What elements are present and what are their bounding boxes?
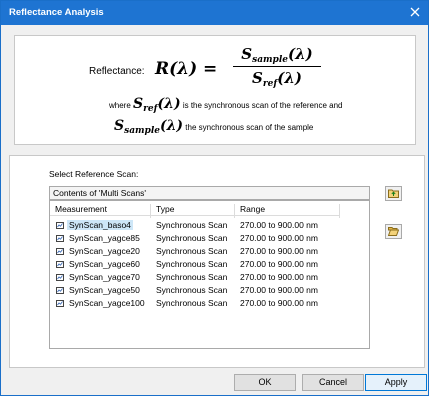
table-row[interactable]: SynScan_yagce50 Synchronous Scan 270.00 to… xyxy=(50,283,369,296)
formula-lhs: R(λ) = xyxy=(155,59,218,79)
up-folder-button[interactable] xyxy=(385,186,402,201)
type-cell: Synchronous Scan xyxy=(156,272,228,282)
reflectance-label: Reflectance: xyxy=(89,66,145,77)
range-cell: 270.00 to 900.00 nm xyxy=(240,272,318,282)
window-title: Reflectance Analysis xyxy=(9,7,104,18)
range-cell: 270.00 to 900.00 nm xyxy=(240,246,318,256)
type-cell: Synchronous Scan xyxy=(156,259,228,269)
cancel-button[interactable]: Cancel xyxy=(302,374,364,391)
contents-header: Contents of 'Multi Scans' xyxy=(49,186,370,200)
table-row[interactable]: SynScan_yagce85 Synchronous Scan 270.00 to… xyxy=(50,231,369,244)
measurement-cell: SynScan_yagce50 xyxy=(69,285,140,295)
title-bar: Reflectance Analysis xyxy=(1,1,428,25)
formula-fraction: Ssample(λ) Sref(λ) xyxy=(233,44,321,89)
close-icon[interactable] xyxy=(408,5,422,19)
range-cell: 270.00 to 900.00 nm xyxy=(240,298,318,308)
column-measurement[interactable]: Measurement xyxy=(55,204,107,214)
measurement-cell: SynScan_baso4 xyxy=(67,220,133,230)
list-header: Measurement Type Range xyxy=(50,201,340,218)
column-type[interactable]: Type xyxy=(156,204,174,214)
measurement-cell: SynScan_yagce20 xyxy=(69,246,140,256)
scan-file-icon xyxy=(56,286,64,294)
type-cell: Synchronous Scan xyxy=(156,233,228,243)
formula-denominator: Sref(λ) xyxy=(252,69,302,89)
range-cell: 270.00 to 900.00 nm xyxy=(240,233,318,243)
column-range[interactable]: Range xyxy=(240,204,265,214)
table-row[interactable]: SynScan_yagce100 Synchronous Scan 270.00 t… xyxy=(50,296,369,309)
formula-panel: Reflectance: R(λ) = Ssample(λ) Sref(λ) w… xyxy=(14,35,416,145)
measurement-cell: SynScan_yagce85 xyxy=(69,233,140,243)
range-cell: 270.00 to 900.00 nm xyxy=(240,259,318,269)
scan-file-icon xyxy=(56,221,64,229)
range-cell: 270.00 to 900.00 nm xyxy=(240,285,318,295)
scan-file-icon xyxy=(56,299,64,307)
measurement-cell: SynScan_yagce70 xyxy=(69,272,140,282)
where-line: where Sref(λ) is the synchronous scan of… xyxy=(109,96,343,114)
open-folder-button[interactable] xyxy=(385,224,402,239)
table-row[interactable]: SynScan_baso4 Synchronous Scan 270.00 to 9… xyxy=(50,218,369,231)
type-cell: Synchronous Scan xyxy=(156,285,228,295)
select-reference-label: Select Reference Scan: xyxy=(49,169,139,179)
type-cell: Synchronous Scan xyxy=(156,298,228,308)
scan-file-icon xyxy=(56,260,64,268)
scan-file-icon xyxy=(56,247,64,255)
fraction-bar xyxy=(233,66,321,67)
type-cell: Synchronous Scan xyxy=(156,220,228,230)
sample-line: Ssample(λ) the synchronous scan of the s… xyxy=(114,118,314,136)
scan-list[interactable]: Measurement Type Range SynScan_baso4 Sync… xyxy=(49,200,370,349)
table-row[interactable]: SynScan_yagce70 Synchronous Scan 270.00 to… xyxy=(50,270,369,283)
scan-file-icon xyxy=(56,273,64,281)
ok-button[interactable]: OK xyxy=(234,374,296,391)
reference-scan-panel: Select Reference Scan: Contents of 'Mult… xyxy=(9,155,425,368)
apply-button[interactable]: Apply xyxy=(365,374,427,391)
formula-numerator: Ssample(λ) xyxy=(241,45,313,65)
type-cell: Synchronous Scan xyxy=(156,246,228,256)
scan-file-icon xyxy=(56,234,64,242)
reflectance-analysis-dialog: Reflectance Analysis Reflectance: R(λ) =… xyxy=(0,0,429,396)
range-cell: 270.00 to 900.00 nm xyxy=(240,220,318,230)
table-row[interactable]: SynScan_yagce60 Synchronous Scan 270.00 to… xyxy=(50,257,369,270)
measurement-cell: SynScan_yagce100 xyxy=(69,298,145,308)
measurement-cell: SynScan_yagce60 xyxy=(69,259,140,269)
table-row[interactable]: SynScan_yagce20 Synchronous Scan 270.00 to… xyxy=(50,244,369,257)
